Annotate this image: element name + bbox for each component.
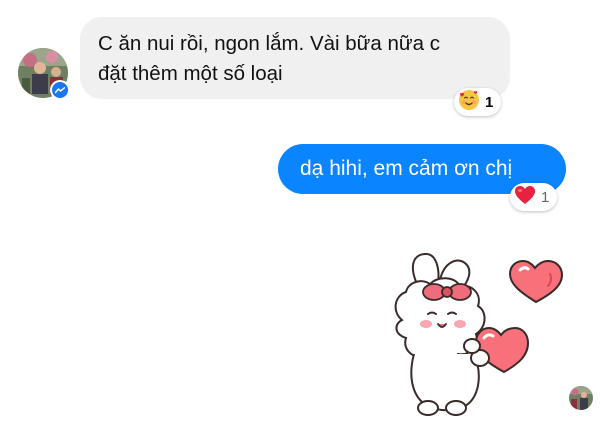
incoming-reaction-count: 1: [485, 93, 494, 111]
red-heart-icon: [514, 185, 536, 210]
smiling-face-with-hearts-icon: [458, 89, 480, 116]
floating-heart-icon: [508, 259, 564, 304]
outgoing-reaction-pill[interactable]: 1: [510, 183, 558, 211]
incoming-message-line-1: C ăn nui rồi, ngon lắm. Vài bữa nữa c: [98, 32, 440, 55]
bunny-holding-heart-sticker[interactable]: [388, 250, 568, 420]
incoming-message-line-2: đặt thêm một số loại: [98, 62, 283, 85]
outgoing-reaction-count: 1: [541, 188, 550, 206]
incoming-message-bubble[interactable]: C ăn nui rồi, ngon lắm. Vài bữa nữa c đặ…: [80, 17, 510, 99]
seen-receipt-avatar: [569, 386, 593, 410]
messenger-badge-icon: [50, 80, 70, 100]
pink-bow-icon: [422, 283, 472, 301]
outgoing-message-text: dạ hihi, em cảm ơn chị: [300, 157, 513, 180]
incoming-reaction-pill[interactable]: 1: [454, 88, 502, 116]
